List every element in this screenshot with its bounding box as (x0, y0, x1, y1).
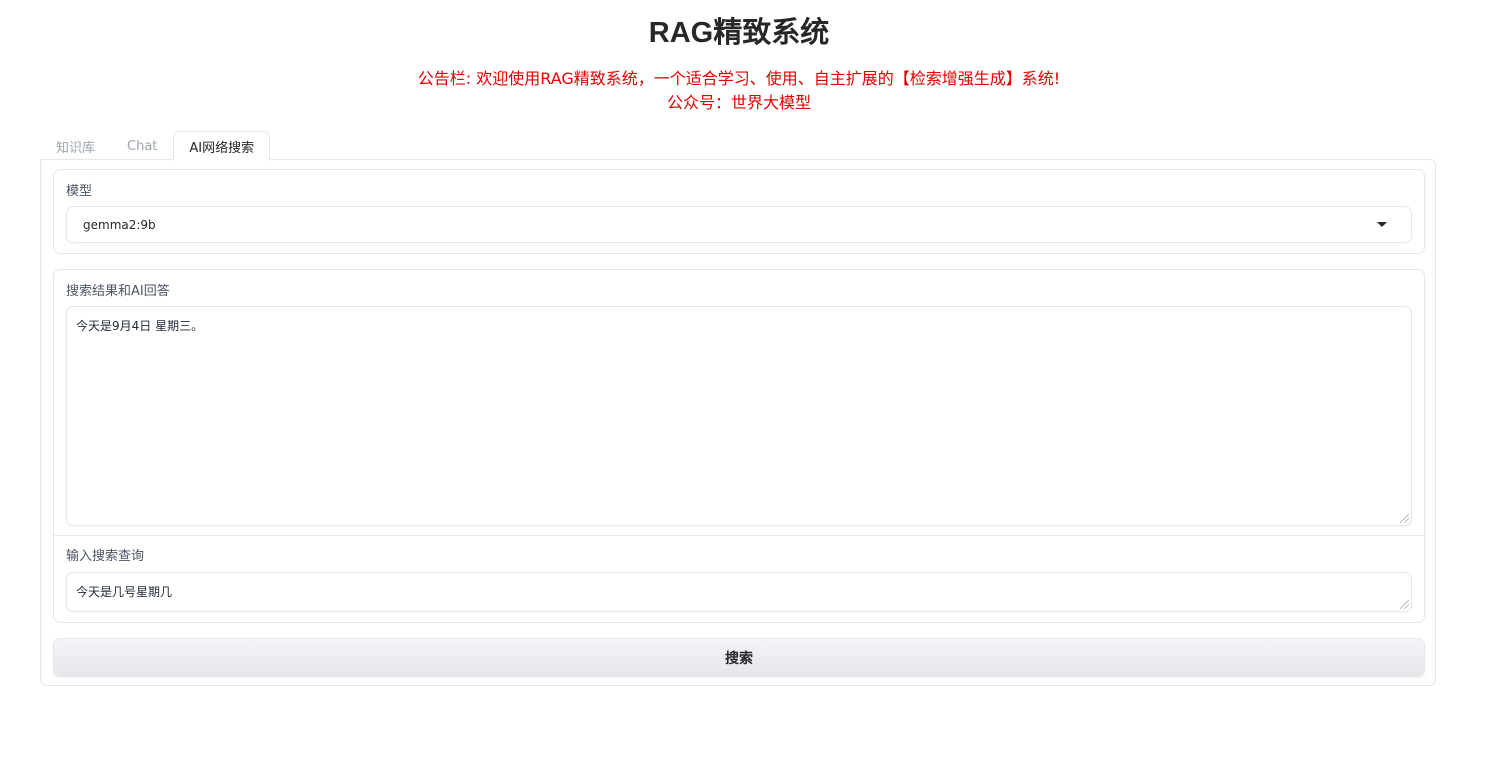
ai-web-search-panel: 模型 gemma2:9b 搜索结果和AI回答 今天是9月4日 星期三。 输入搜索… (40, 159, 1436, 686)
tab-bar: 知识库 Chat AI网络搜索 (40, 131, 271, 161)
tab-chat[interactable]: Chat (111, 131, 173, 160)
resize-grip-icon[interactable] (1400, 600, 1409, 609)
block-divider (54, 535, 1424, 536)
results-label: 搜索结果和AI回答 (66, 284, 170, 299)
tab-knowledge-base[interactable]: 知识库 (40, 131, 111, 160)
search-button[interactable]: 搜索 (53, 638, 1425, 677)
caret-down-icon (1377, 222, 1387, 227)
notice-board: 公告栏: 欢迎使用RAG精致系统，一个适合学习、使用、自主扩展的【检索增强生成】… (0, 67, 1478, 115)
search-block: 搜索结果和AI回答 今天是9月4日 星期三。 输入搜索查询 今天是几号星期几 (53, 269, 1425, 623)
model-dropdown[interactable]: gemma2:9b (66, 206, 1412, 243)
query-label: 输入搜索查询 (66, 549, 145, 564)
query-input[interactable]: 今天是几号星期几 (66, 572, 1412, 612)
results-text: 今天是9月4日 星期三。 (76, 319, 204, 333)
notice-line-welcome: 公告栏: 欢迎使用RAG精致系统，一个适合学习、使用、自主扩展的【检索增强生成】… (417, 69, 1061, 88)
tab-ai-web-search[interactable]: AI网络搜索 (173, 131, 271, 161)
notice-line-account: 公众号：世界大模型 (666, 93, 811, 112)
model-block: 模型 gemma2:9b (53, 169, 1425, 254)
results-textarea[interactable]: 今天是9月4日 星期三。 (66, 306, 1412, 526)
model-label: 模型 (66, 184, 93, 199)
query-text: 今天是几号星期几 (76, 585, 173, 599)
page-title: RAG精致系统 (648, 17, 830, 49)
app-page: RAG精致系统 公告栏: 欢迎使用RAG精致系统，一个适合学习、使用、自主扩展的… (0, 0, 1501, 776)
resize-grip-icon[interactable] (1400, 514, 1409, 523)
model-dropdown-value: gemma2:9b (83, 217, 156, 232)
